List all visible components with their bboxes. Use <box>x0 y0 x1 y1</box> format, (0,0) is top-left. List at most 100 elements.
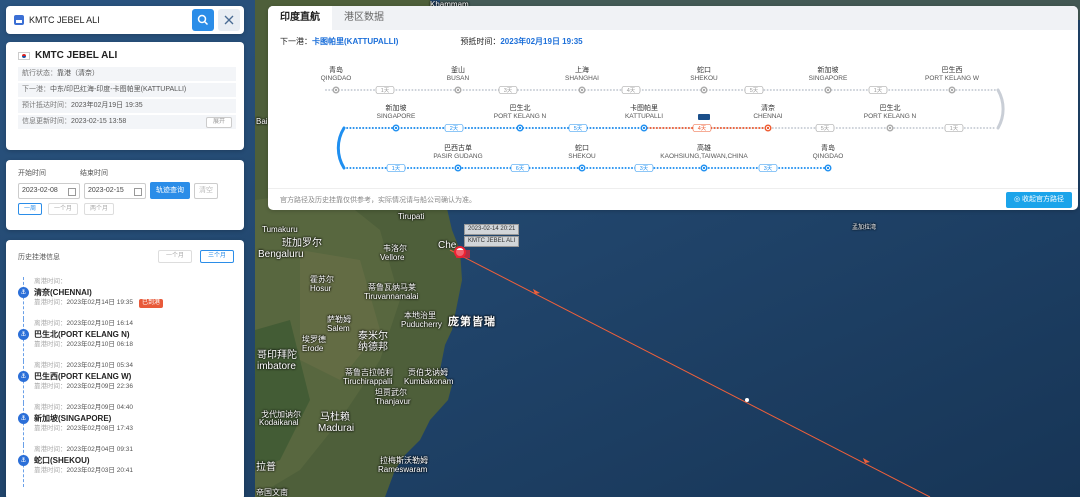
clear-button[interactable]: 清空 <box>194 182 218 199</box>
track-query-button[interactable]: 轨迹查询 <box>150 182 190 199</box>
history-item[interactable]: ⚓ 离港时间：2023年02月04日 09:31 蛇口(SHEKOU) 靠港时间：20… <box>18 445 234 487</box>
route-dot <box>922 127 925 129</box>
route-dot <box>525 127 528 129</box>
range-week-button[interactable]: 一周 <box>18 203 43 215</box>
route-dot <box>965 89 967 91</box>
route-dot <box>800 167 803 169</box>
route-dot <box>803 127 806 129</box>
route-dot <box>910 89 913 91</box>
route-dot <box>347 89 350 91</box>
route-dot <box>433 89 436 91</box>
start-time-label: 开始时间 <box>18 170 46 177</box>
route-dot <box>837 89 839 91</box>
port-node-center <box>702 166 706 170</box>
route-dot <box>352 167 355 169</box>
history-port: 清奈(CHENNAI) <box>34 288 92 297</box>
route-dot <box>567 167 569 169</box>
route-dot <box>587 89 590 91</box>
route-dot <box>597 89 599 91</box>
route-dot <box>737 89 740 91</box>
expand-button[interactable]: 展开 <box>205 117 232 128</box>
port-name-en: PASIR GUDANG <box>433 153 482 160</box>
port-name-en: PORT KELANG W <box>925 75 980 82</box>
route-dot <box>558 89 561 91</box>
route-dot <box>677 89 679 91</box>
route-dot <box>541 167 544 169</box>
route-dot <box>480 127 483 129</box>
route-dot <box>719 127 722 129</box>
history-item[interactable]: ⚓ 离港时间：2023年02月10日 05:34 巴生西(PORT KELANG W… <box>18 361 234 403</box>
day-label: 3天 <box>640 165 649 172</box>
route-dot <box>352 127 355 129</box>
route-dot <box>958 89 961 91</box>
range-month-button[interactable]: 一个月 <box>48 203 79 215</box>
history-item[interactable]: ⚓ 离港时间： 清奈(CHENNAI) 靠港时间：2023年02月14日 19:35 已… <box>18 277 234 319</box>
route-dot <box>712 89 715 91</box>
search-panel: KMTC JEBEL ALI <box>6 6 244 34</box>
route-dot <box>855 127 857 129</box>
port-name-cn: 巴生西 <box>942 65 963 74</box>
collapse-route-button[interactable]: ◎ 收起官方路径 <box>1005 192 1072 208</box>
start-date-input[interactable]: 2023-02-08 <box>18 182 80 199</box>
eye-icon: ◎ <box>1013 196 1022 203</box>
port-name-cn: 上海 <box>575 65 589 74</box>
history-port: 蛇口(SHEKOU) <box>34 456 90 465</box>
search-button[interactable] <box>192 9 214 31</box>
route-dot <box>615 127 617 129</box>
route-dot <box>679 167 681 169</box>
map-label-erode-cn: 埃罗德 <box>302 335 326 344</box>
route-dot <box>603 89 606 91</box>
history-item[interactable]: ⚓ 离港时间：2023年02月09日 04:40 新加坡(SINGAPORE) 靠港时… <box>18 403 234 445</box>
map-label-thanjavur: Thanjavur <box>375 397 411 406</box>
route-dot <box>526 89 529 91</box>
route-dot <box>785 89 788 91</box>
route-dot <box>621 127 624 129</box>
tab-port-data[interactable]: 港区数据 <box>332 6 396 30</box>
next-port-value: 卡图帕里(KATTUPALLI) <box>312 36 399 46</box>
port-node-center <box>456 88 460 92</box>
port-name-cn: 高雄 <box>697 143 711 152</box>
route-dot <box>355 167 358 169</box>
anchor-icon: ⚓ <box>18 371 29 382</box>
route-dot <box>449 89 452 91</box>
route-dot <box>563 127 566 129</box>
search-input[interactable]: KMTC JEBEL ALI <box>29 15 192 25</box>
route-dot <box>605 167 608 169</box>
history-three-month-button[interactable]: 三个月 <box>199 250 234 263</box>
route-dot <box>729 127 732 129</box>
history-item[interactable]: ⚓ 离港时间：2023年02月10日 16:14 巴生北(PORT KELANG N… <box>18 319 234 361</box>
route-dot <box>432 167 435 169</box>
route-dot <box>359 127 361 129</box>
route-dot <box>936 89 939 91</box>
route-dot <box>717 167 720 169</box>
route-dot <box>903 127 905 129</box>
history-arrival: 靠港时间：2023年02月10日 06:18 <box>34 341 133 348</box>
route-dot <box>411 89 414 91</box>
history-one-month-button[interactable]: 一个月 <box>157 250 192 263</box>
arrived-badge: 已到港 <box>139 299 164 308</box>
map-label-bay: 孟加拉湾 <box>852 225 877 231</box>
route-dot <box>384 127 387 129</box>
route-dot <box>375 127 377 129</box>
route-dot <box>742 127 745 129</box>
end-date-input[interactable]: 2023-02-15 <box>84 182 146 199</box>
close-button[interactable] <box>218 9 240 31</box>
route-dot <box>967 127 969 129</box>
route-dot <box>509 127 512 129</box>
range-two-month-button[interactable]: 两个月 <box>84 203 115 215</box>
tab-india-direct[interactable]: 印度直航 <box>268 6 332 30</box>
day-label: 1天 <box>392 165 401 172</box>
port-name-cn: 新加坡 <box>818 65 839 74</box>
route-dot <box>787 127 790 129</box>
route-dot <box>696 89 699 91</box>
port-node-center <box>642 126 646 130</box>
route-dot <box>538 167 541 169</box>
route-panel: 印度直航 港区数据 下一港： 卡图帕里(KATTUPALLI) 预抵时间： 20… <box>268 6 1078 210</box>
route-dot <box>368 127 371 129</box>
history-departure: 离港时间：2023年02月04日 09:31 <box>34 446 133 453</box>
route-dot <box>897 89 900 91</box>
route-dot <box>746 167 749 169</box>
route-dot <box>688 167 691 169</box>
history-arrival: 靠港时间：2023年02月09日 22:36 <box>34 383 133 390</box>
route-dot <box>839 127 841 129</box>
